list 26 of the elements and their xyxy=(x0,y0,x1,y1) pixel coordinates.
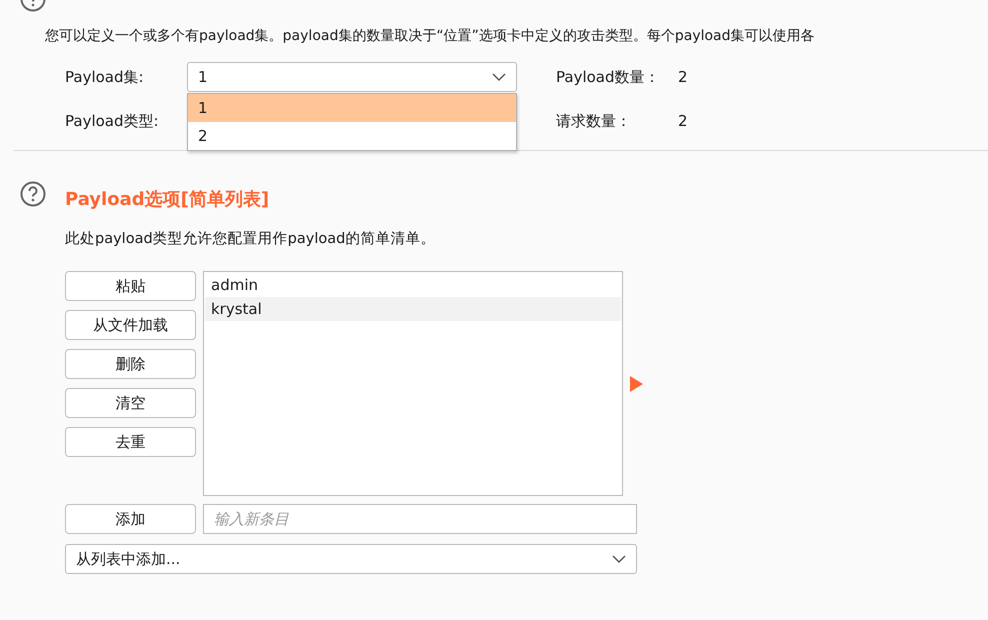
add-from-list-select[interactable]: 从列表中添加... xyxy=(65,544,637,574)
triangle-right-icon[interactable] xyxy=(630,376,643,392)
new-item-field[interactable]: 输入新条目 xyxy=(203,504,637,534)
section-description: 您可以定义一个或多个有payload集。payload集的数量取决于“位置”选项卡中定义的攻击类型。每个payload集可以使用各 xyxy=(45,27,816,46)
field-label: Payload集: xyxy=(65,68,145,86)
action-button[interactable]: 清空 xyxy=(65,388,196,418)
select-field[interactable]: 1 xyxy=(187,62,517,92)
action-button[interactable]: 去重 xyxy=(65,427,196,457)
stat-label: Payload数量： xyxy=(556,68,660,86)
action-button[interactable]: 粘贴 xyxy=(65,271,196,301)
action-button[interactable]: 从文件加载 xyxy=(65,310,196,340)
stat-value: 2 xyxy=(678,112,689,130)
help-icon[interactable] xyxy=(20,0,46,12)
list-item[interactable]: krystal xyxy=(205,297,621,321)
stat-value: 2 xyxy=(678,68,689,86)
section-description: 此处payload类型允许您配置用作payload的简单清单。 xyxy=(65,230,436,249)
section-title: Payload选项[简单列表] xyxy=(65,188,270,211)
help-icon[interactable] xyxy=(20,181,46,207)
action-button[interactable]: 删除 xyxy=(65,349,196,379)
chevron-down-icon xyxy=(612,555,626,563)
add-button[interactable]: 添加 xyxy=(65,504,196,534)
stat-label: 请求数量： xyxy=(556,112,632,130)
chevron-down-icon xyxy=(492,73,506,81)
dropdown-option[interactable]: 1 xyxy=(188,94,516,122)
field-label: Payload类型: xyxy=(65,112,160,130)
dropdown-option[interactable]: 2 xyxy=(188,122,516,150)
